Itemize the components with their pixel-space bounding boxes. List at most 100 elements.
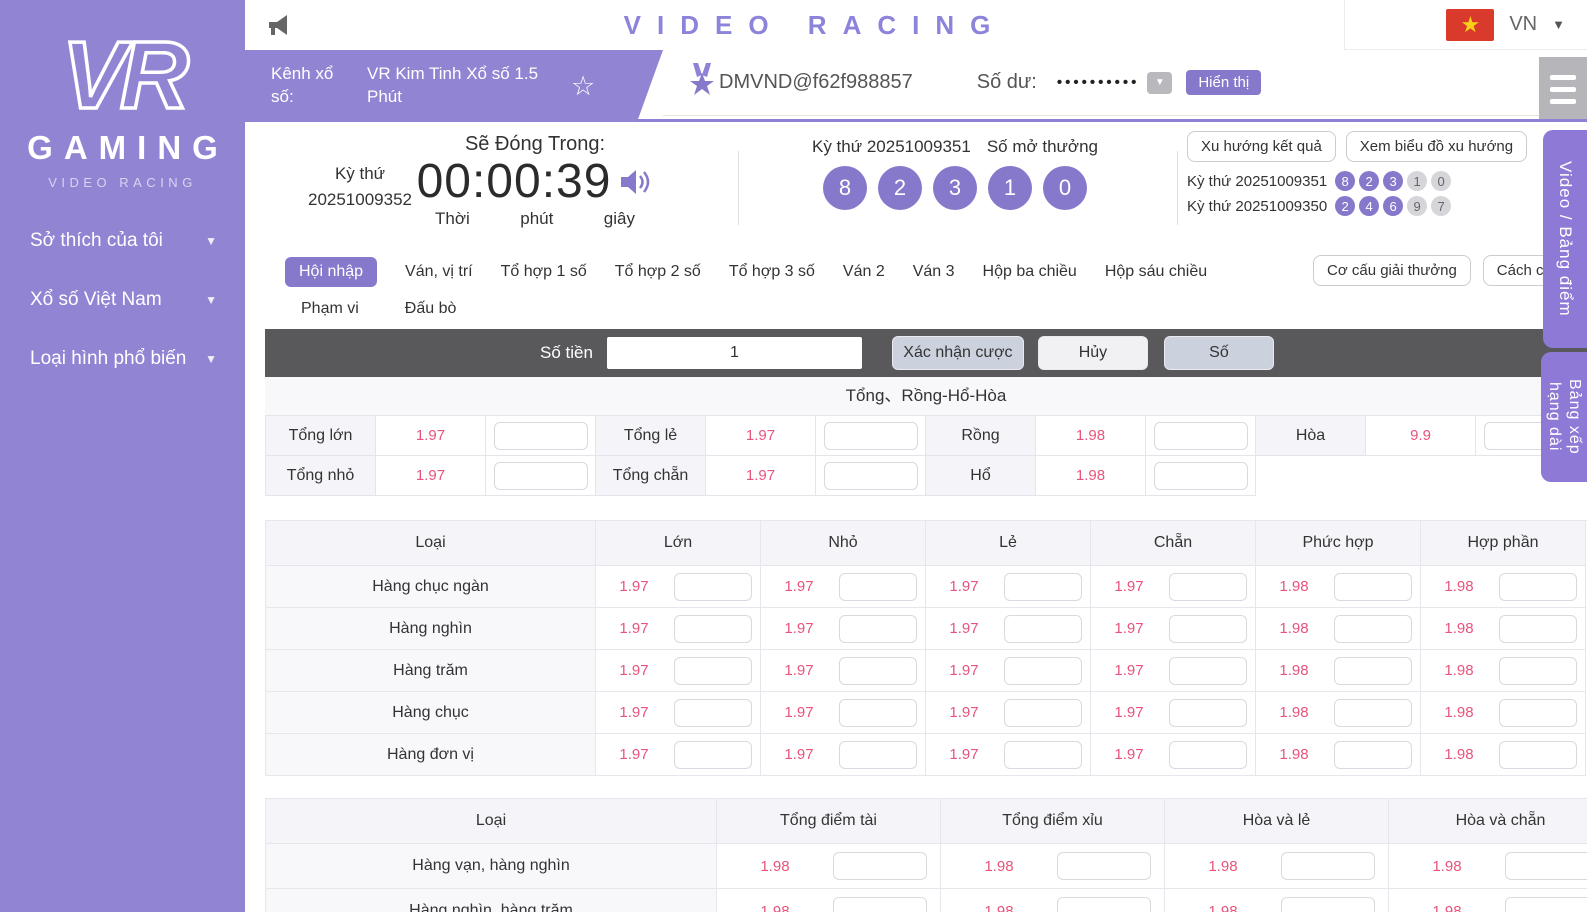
tab--u-b-[interactable]: Đấu bò	[405, 294, 457, 324]
bet-input[interactable]	[839, 573, 917, 601]
bet-input[interactable]	[839, 657, 917, 685]
bet-input[interactable]	[1505, 852, 1587, 880]
bet-option-label[interactable]: Rồng	[926, 416, 1036, 456]
odds-cell: 1.97	[596, 650, 761, 692]
sidebar-item[interactable]: Xổ số Việt Nam▼	[0, 271, 245, 330]
odds-cell: 1.97	[761, 608, 926, 650]
countdown-digits: 00:00:39	[417, 156, 654, 209]
bet-input[interactable]	[833, 852, 927, 880]
bet-input[interactable]	[833, 897, 927, 912]
bet-input[interactable]	[1334, 573, 1412, 601]
balance-dropdown-button[interactable]: ▼	[1147, 72, 1172, 94]
bet-input[interactable]	[1154, 462, 1248, 490]
speaker-icon[interactable]	[619, 167, 653, 197]
tab-v-n-3[interactable]: Ván 3	[913, 257, 955, 287]
bet-input[interactable]	[494, 462, 588, 490]
bet-input[interactable]	[1334, 657, 1412, 685]
bet-input[interactable]	[1334, 615, 1412, 643]
amount-input[interactable]	[607, 337, 862, 369]
bet-input[interactable]	[1169, 699, 1247, 727]
bet-input[interactable]	[1169, 741, 1247, 769]
history-ball: 7	[1431, 196, 1451, 216]
bet-input[interactable]	[1004, 741, 1082, 769]
sidebar-item[interactable]: Loại hình phổ biến▼	[0, 330, 245, 389]
tab-v-n-v-tr-[interactable]: Ván, vị trí	[405, 257, 473, 287]
bet-input[interactable]	[494, 422, 588, 450]
favorite-star-icon[interactable]: ☆	[571, 71, 595, 102]
bet-input[interactable]	[824, 422, 918, 450]
bet-input[interactable]	[674, 741, 752, 769]
odds-cell: 1.98	[1421, 650, 1586, 692]
bet-input[interactable]	[1057, 852, 1151, 880]
row-label[interactable]: Hàng chục	[266, 692, 596, 734]
bet-input[interactable]	[824, 462, 918, 490]
side-tab-video-scoreboard[interactable]: Video / Bảng điểm	[1543, 130, 1587, 348]
bet-input[interactable]	[1499, 615, 1577, 643]
bet-input[interactable]	[1169, 573, 1247, 601]
megaphone-icon[interactable]	[267, 13, 293, 42]
bet-input[interactable]	[1499, 657, 1577, 685]
bet-input[interactable]	[1505, 897, 1587, 912]
number-button[interactable]: Số	[1164, 336, 1274, 370]
prize-structure-button[interactable]: Cơ cấu giải thưởng	[1313, 255, 1471, 286]
tab-t-h-p-3-s-[interactable]: Tổ hợp 3 số	[729, 257, 815, 287]
row-label[interactable]: Hàng vạn, hàng nghìn	[266, 844, 717, 889]
bet-input[interactable]	[1499, 741, 1577, 769]
bet-option-label[interactable]: Tổng lớn	[266, 416, 376, 456]
bet-input[interactable]	[1004, 573, 1082, 601]
bet-option-label[interactable]: Tổng lẻ	[596, 416, 706, 456]
sidebar-item[interactable]: Sở thích của tôi▼	[0, 212, 245, 271]
bet-input[interactable]	[839, 741, 917, 769]
tab-t-h-p-2-s-[interactable]: Tổ hợp 2 số	[615, 257, 701, 287]
tab-h-i-nh-p[interactable]: Hội nhập	[285, 257, 377, 287]
trend-chart-button[interactable]: Xem biểu đồ xu hướng	[1346, 131, 1527, 162]
row-label[interactable]: Hàng trăm	[266, 650, 596, 692]
bet-input[interactable]	[1499, 699, 1577, 727]
bet-input[interactable]	[1004, 699, 1082, 727]
bet-option-label[interactable]: Hổ	[926, 456, 1036, 496]
show-balance-button[interactable]: Hiển thị	[1186, 70, 1261, 95]
odds-cell: 1.97	[596, 566, 761, 608]
odds-cell: 1.97	[926, 692, 1091, 734]
bet-input[interactable]	[1281, 897, 1375, 912]
channel-name[interactable]: VR Kim Tinh Xổ số 1.5 Phút	[367, 63, 563, 109]
bet-input[interactable]	[1499, 573, 1577, 601]
side-tab-long-ranking[interactable]: Bảng xếp hạng dài	[1541, 352, 1587, 482]
tab-h-p-ba-chi-u[interactable]: Hộp ba chiều	[983, 257, 1077, 287]
bet-option-label[interactable]: Tổng chẵn	[596, 456, 706, 496]
bet-input[interactable]	[1281, 852, 1375, 880]
bet-input[interactable]	[839, 699, 917, 727]
tab-ph-m-vi[interactable]: Phạm vi	[301, 294, 359, 324]
bet-input[interactable]	[1057, 897, 1151, 912]
bet-option-label[interactable]: Hòa	[1256, 416, 1366, 456]
bet-input[interactable]	[1004, 615, 1082, 643]
row-label[interactable]: Hàng nghìn, hàng trăm	[266, 889, 717, 912]
tab-t-h-p-1-s-[interactable]: Tổ hợp 1 số	[501, 257, 587, 287]
row-label[interactable]: Hàng đơn vị	[266, 734, 596, 776]
bet-input[interactable]	[674, 573, 752, 601]
result-trend-button[interactable]: Xu hướng kết quả	[1187, 131, 1336, 162]
history-ball: 6	[1383, 196, 1403, 216]
bet-input[interactable]	[1154, 422, 1248, 450]
cancel-button[interactable]: Hủy	[1038, 336, 1148, 370]
confirm-bet-button[interactable]: Xác nhận cược	[892, 336, 1024, 370]
result-balls: 82310	[740, 166, 1170, 210]
odds-value: 1.98	[1429, 704, 1489, 721]
language-selector[interactable]: ★ VN ▼	[1344, 0, 1587, 50]
bet-input[interactable]	[1169, 615, 1247, 643]
bet-input[interactable]	[674, 657, 752, 685]
hamburger-menu-icon[interactable]	[1539, 57, 1587, 121]
bet-option-label[interactable]: Tổng nhỏ	[266, 456, 376, 496]
tab-v-n-2[interactable]: Ván 2	[843, 257, 885, 287]
tab-h-p-s-u-chi-u[interactable]: Hộp sáu chiều	[1105, 257, 1207, 287]
bet-input[interactable]	[674, 699, 752, 727]
bet-input[interactable]	[674, 615, 752, 643]
bet-input[interactable]	[1004, 657, 1082, 685]
odds-cell: 1.97	[1091, 734, 1256, 776]
bet-input[interactable]	[1334, 699, 1412, 727]
bet-input[interactable]	[1334, 741, 1412, 769]
bet-input[interactable]	[839, 615, 917, 643]
row-label[interactable]: Hàng chục ngàn	[266, 566, 596, 608]
row-label[interactable]: Hàng nghìn	[266, 608, 596, 650]
bet-input[interactable]	[1169, 657, 1247, 685]
